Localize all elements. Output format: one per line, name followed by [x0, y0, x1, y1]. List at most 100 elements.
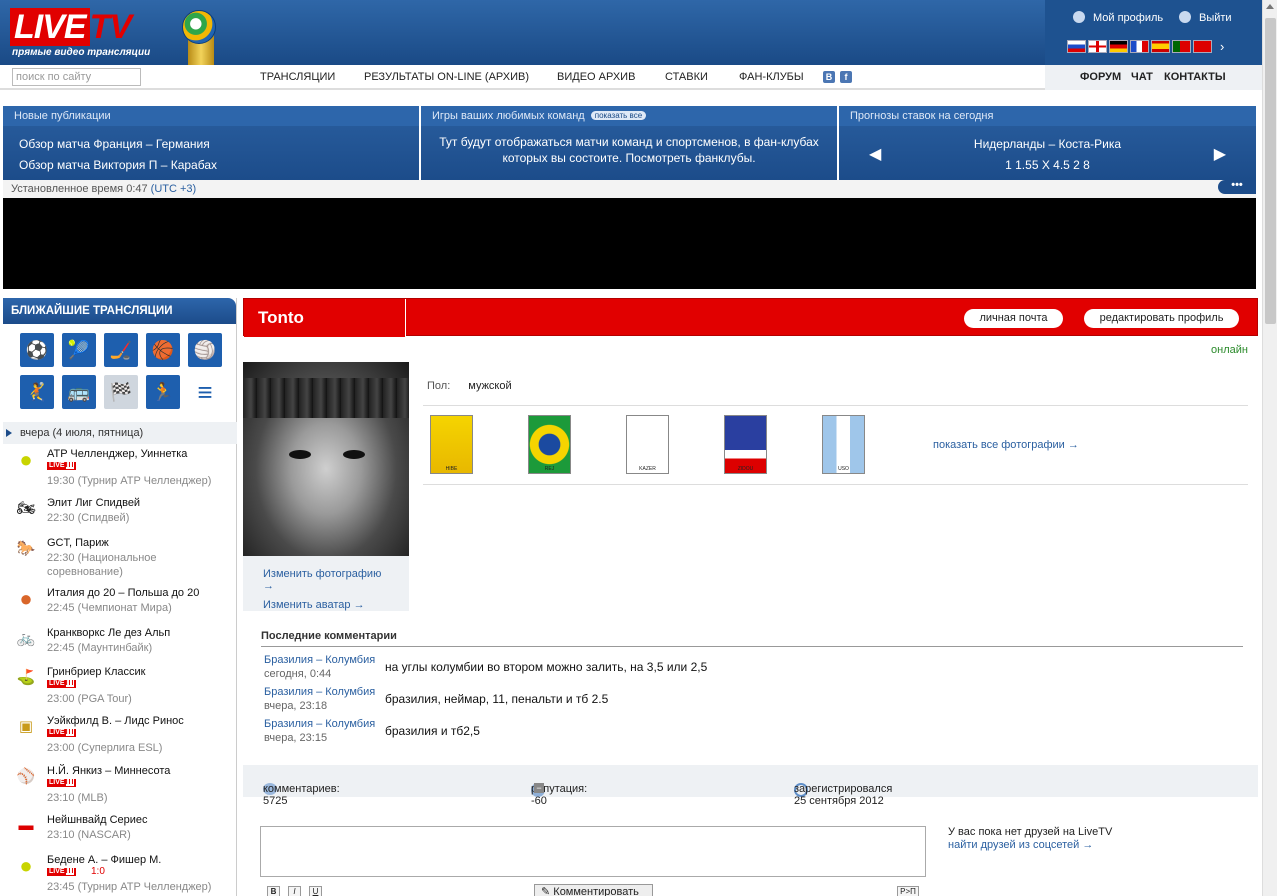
language-flags: › — [1067, 39, 1224, 54]
football-icon[interactable]: ⚽ — [20, 333, 54, 367]
edit-profile-button[interactable]: редактировать профиль — [1084, 309, 1239, 328]
event-title[interactable]: Бедене А. – Фишер М. — [47, 854, 161, 866]
event-title[interactable]: Нейшнвайд Сериес — [47, 814, 148, 826]
vk-icon[interactable]: B — [823, 71, 835, 83]
my-profile-link[interactable]: Мой профиль — [1073, 11, 1163, 24]
flag-es[interactable] — [1151, 40, 1170, 54]
comment-textarea[interactable] — [260, 826, 926, 877]
racing-icon[interactable]: 🏁 — [104, 375, 138, 409]
next-arrow-icon[interactable]: ▶ — [1214, 144, 1226, 164]
divider — [423, 405, 1248, 406]
event-title[interactable]: ATP Челленджер, Уиннетка — [47, 448, 187, 460]
logout-link[interactable]: Выйти — [1179, 11, 1232, 24]
photo-thumb[interactable]: KAZER — [626, 415, 669, 474]
event-title[interactable]: GCT, Париж — [47, 537, 109, 549]
day-header[interactable]: вчера (4 июля, пятница) — [3, 422, 237, 444]
comment-time: вчера, 23:18 — [264, 700, 328, 712]
find-friends-link[interactable]: найти друзей из соцсетей → — [948, 839, 1112, 851]
event-time: 23:10 (MLB) — [47, 792, 108, 804]
event-title[interactable]: Гринбриер Классик — [47, 666, 145, 678]
news-item[interactable]: Обзор матча Франция – Германия — [19, 134, 403, 155]
nav-forum[interactable]: ФОРУМ — [1080, 71, 1121, 83]
nav-video-archive[interactable]: ВИДЕО АРХИВ — [557, 71, 635, 83]
flag-fr[interactable] — [1130, 40, 1149, 54]
more-button[interactable]: ••• — [1218, 180, 1256, 194]
menu-icon[interactable]: ≡ — [188, 375, 222, 409]
event-title[interactable]: Уэйкфилд В. – Лидс Ринос — [47, 715, 184, 727]
sidebar-title: БЛИЖАЙШИЕ ТРАНСЛЯЦИИ — [3, 298, 236, 324]
italic-button[interactable]: I — [288, 886, 301, 896]
comment-match-link[interactable]: Бразилия – Колумбия — [264, 718, 375, 730]
hockey-icon[interactable]: 🏒 — [104, 333, 138, 367]
photo-thumb[interactable]: ZIDOU — [724, 415, 767, 474]
photo-thumb[interactable]: USO — [822, 415, 865, 474]
comment-submit-button[interactable]: ✎ Комментировать — [534, 884, 653, 896]
divider — [423, 484, 1248, 485]
underline-button[interactable]: U — [309, 886, 322, 896]
utc-link[interactable]: (UTC +3) — [151, 183, 197, 195]
change-avatar-link[interactable]: Изменить аватар → — [263, 599, 389, 611]
comment-match-link[interactable]: Бразилия – Колумбия — [264, 686, 375, 698]
live-badge: LIVEIII — [47, 868, 77, 876]
site-header: LIVE TV прямые видео трансляции Мой профи… — [0, 0, 1262, 76]
user-icon — [1073, 11, 1085, 23]
nav-results[interactable]: РЕЗУЛЬТАТЫ ON-LINE (АРХИВ) — [364, 71, 529, 83]
handball-icon[interactable]: 🤾 — [20, 375, 54, 409]
teams-title-row: Игры ваших любимых команд показать все — [421, 106, 837, 126]
rep-minus-icon[interactable]: − — [534, 783, 544, 793]
bold-button[interactable]: B — [267, 886, 280, 896]
avatar-links: Изменить фотографию → Изменить аватар → — [243, 556, 409, 611]
photo-thumb[interactable]: HIBE — [430, 415, 473, 474]
photo-thumb[interactable]: REJ — [528, 415, 571, 474]
scrollbar[interactable] — [1262, 0, 1277, 896]
search-input[interactable]: поиск по сайту — [12, 68, 141, 86]
teams-text[interactable]: Тут будут отображаться матчи команд и сп… — [421, 126, 837, 174]
event-title[interactable]: Кранкворкс Ле дез Альп — [47, 627, 170, 639]
bets-match[interactable]: Нидерланды – Коста-Рика — [849, 134, 1246, 155]
change-photo-link[interactable]: Изменить фотографию → — [263, 568, 389, 592]
runner-icon[interactable]: 🏃 — [146, 375, 180, 409]
basketball-icon[interactable]: 🏀 — [146, 333, 180, 367]
flag-tr[interactable] — [1193, 40, 1212, 54]
scroll-thumb[interactable] — [1265, 18, 1276, 324]
logo-subtitle: прямые видео трансляции — [12, 47, 151, 58]
live-bars-icon: III — [65, 680, 75, 687]
event-title[interactable]: Элит Лиг Спидвей — [47, 497, 140, 509]
gender-value: мужской — [468, 380, 512, 392]
flag-ru[interactable] — [1067, 40, 1086, 54]
site-logo[interactable]: LIVE TV прямые видео трансляции — [10, 6, 152, 62]
event-title[interactable]: Н.Й. Янкиз – Миннесота — [47, 765, 170, 777]
flags-next-icon[interactable]: › — [1220, 39, 1224, 54]
nav-chat[interactable]: ЧАТ — [1131, 71, 1153, 83]
ad-banner — [3, 198, 1256, 289]
prev-arrow-icon[interactable]: ◀ — [869, 144, 881, 164]
volleyball-icon[interactable]: 🏐 — [188, 333, 222, 367]
nav-bets[interactable]: СТАВКИ — [665, 71, 708, 83]
tennis-icon[interactable]: 🎾 — [62, 333, 96, 367]
news-item[interactable]: Обзор матча Виктория П – Карабах — [19, 155, 403, 176]
show-all-pill[interactable]: показать все — [590, 111, 647, 120]
facebook-icon[interactable]: f — [840, 71, 852, 83]
info-panels: Новые публикации Обзор матча Франция – Г… — [3, 106, 1256, 180]
event-time: 22:45 (Маунтинбайк) — [47, 642, 153, 654]
avatar — [243, 362, 409, 556]
live-bars-icon: III — [65, 779, 75, 786]
nav-fanclubs[interactable]: ФАН-КЛУБЫ — [739, 71, 804, 83]
flag-pt[interactable] — [1172, 40, 1191, 54]
translit-button[interactable]: Р>П — [897, 886, 919, 896]
horse-icon: 🐎 — [16, 540, 36, 557]
flag-de[interactable] — [1109, 40, 1128, 54]
event-title[interactable]: Италия до 20 – Польша до 20 — [47, 587, 199, 599]
flag-en[interactable] — [1088, 40, 1107, 54]
mail-button[interactable]: личная почта — [964, 309, 1063, 328]
nav-contacts[interactable]: КОНТАКТЫ — [1164, 71, 1226, 83]
main-nav: поиск по сайту ТРАНСЛЯЦИИ РЕЗУЛЬТАТЫ ON-… — [0, 65, 1262, 90]
live-bars-icon: III — [65, 868, 75, 875]
comment-match-link[interactable]: Бразилия – Колумбия — [264, 654, 375, 666]
bus-icon[interactable]: 🚌 — [62, 375, 96, 409]
mlb-icon: ⚾ — [16, 768, 36, 785]
show-all-photos-link[interactable]: показать все фотографии → — [933, 439, 1079, 451]
nav-broadcasts[interactable]: ТРАНСЛЯЦИИ — [260, 71, 335, 83]
live-label: LIVE — [49, 868, 65, 875]
scroll-up-icon[interactable] — [1266, 4, 1274, 9]
